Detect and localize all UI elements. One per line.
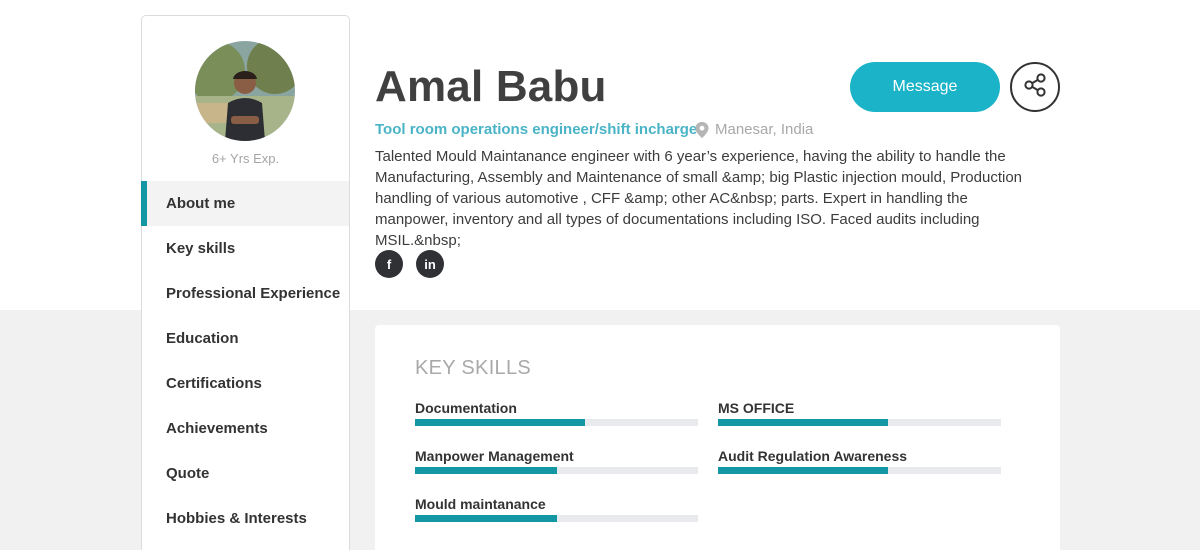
skill-bar-fill: [718, 467, 888, 474]
profile-role: Tool room operations engineer/shift inch…: [375, 121, 698, 138]
skill-name: Manpower Management: [415, 448, 574, 464]
sidebar-item-achievements[interactable]: Achievements: [142, 406, 349, 451]
skill-bar-fill: [415, 419, 585, 426]
sidebar-item-quote[interactable]: Quote: [142, 451, 349, 496]
profile-location: Manesar, India: [695, 121, 813, 138]
sidebar-item-about-me[interactable]: About me: [141, 181, 349, 226]
skill-bar: [415, 419, 698, 426]
share-button[interactable]: [1010, 62, 1060, 112]
skill-name: Audit Regulation Awareness: [718, 448, 908, 464]
sidebar-nav: About me Key skills Professional Experie…: [141, 181, 349, 541]
location-text: Manesar, India: [715, 121, 814, 138]
profile-name: Amal Babu: [375, 62, 607, 111]
profile-bio: Talented Mould Maintanance engineer with…: [375, 148, 1022, 249]
sidebar-item-education[interactable]: Education: [142, 316, 349, 361]
facebook-icon[interactable]: f: [375, 250, 403, 278]
location-pin-icon: [695, 121, 709, 138]
skill-bar: [415, 467, 698, 474]
skill-name: Documentation: [415, 400, 517, 416]
skill-item: MS OFFICE: [718, 399, 1001, 426]
sidebar-item-hobbies[interactable]: Hobbies & Interests: [142, 496, 349, 541]
sidebar-item-key-skills[interactable]: Key skills: [142, 226, 349, 271]
skill-item: Manpower Management: [415, 447, 698, 474]
skill-bar: [718, 467, 1001, 474]
skill-bar-fill: [415, 467, 557, 474]
experience-label: 6+ Yrs Exp.: [211, 151, 280, 166]
share-icon: [1022, 72, 1048, 103]
key-skills-card: KEY SKILLS Documentation MS OFFICE Manpo…: [375, 325, 1060, 550]
profile-sidebar: 6+ Yrs Exp. About me Key skills Professi…: [141, 15, 350, 550]
skill-item: Audit Regulation Awareness: [718, 447, 1001, 474]
skill-item: Mould maintanance: [415, 495, 698, 522]
sidebar-item-professional-experience[interactable]: Professional Experience: [142, 271, 349, 316]
skill-bar: [718, 419, 1001, 426]
skill-bar-fill: [415, 515, 557, 522]
skill-bar: [415, 515, 698, 522]
skill-name: Mould maintanance: [415, 496, 546, 512]
skill-name: MS OFFICE: [718, 400, 795, 416]
skill-item: Documentation: [415, 399, 698, 426]
message-button[interactable]: Message: [850, 62, 1000, 112]
avatar: [195, 41, 295, 141]
key-skills-title: KEY SKILLS: [415, 357, 532, 379]
linkedin-icon[interactable]: in: [416, 250, 444, 278]
skill-bar-fill: [718, 419, 888, 426]
sidebar-item-certifications[interactable]: Certifications: [142, 361, 349, 406]
